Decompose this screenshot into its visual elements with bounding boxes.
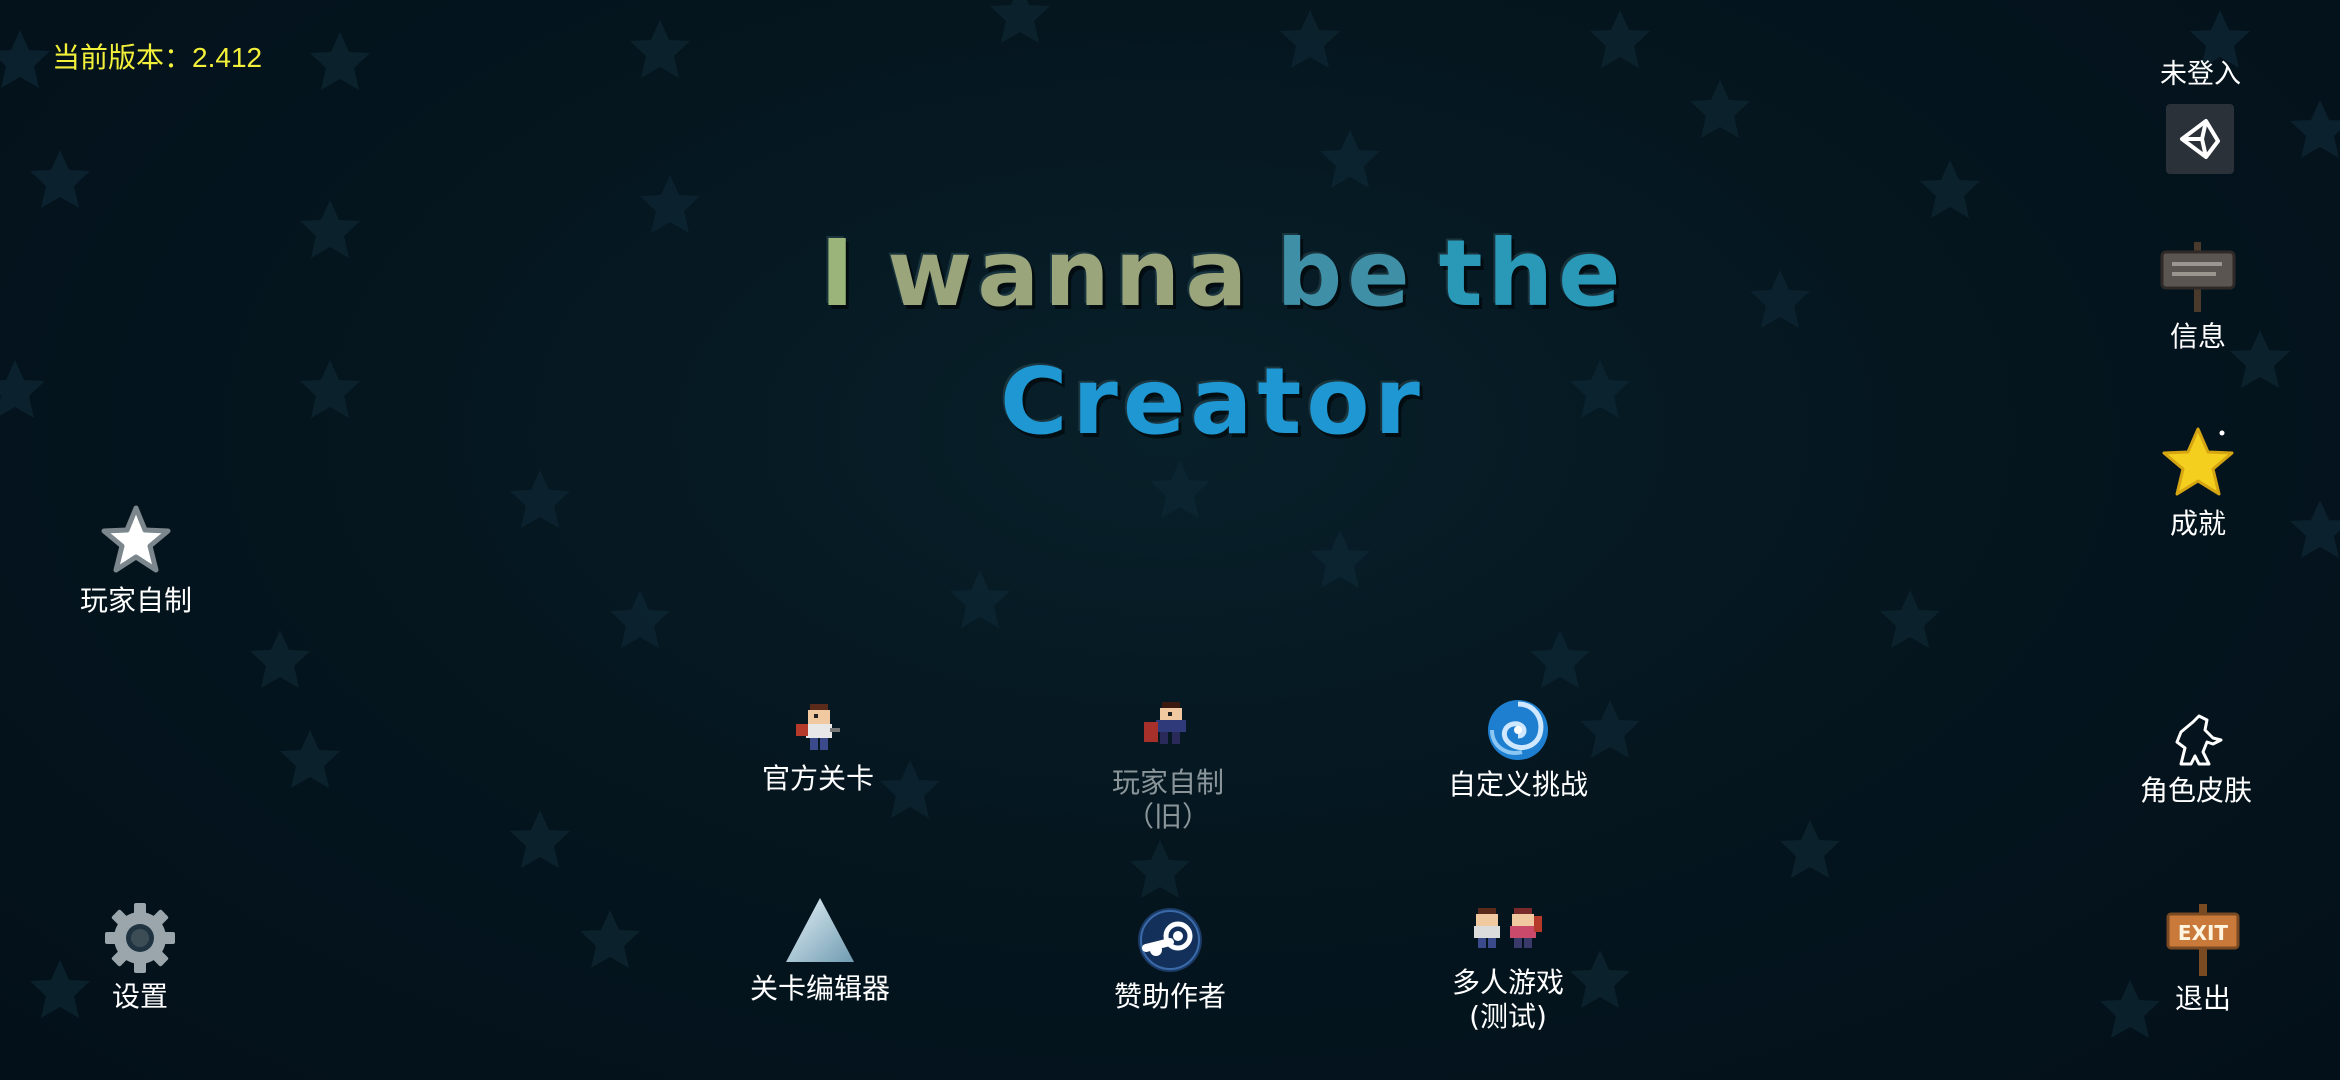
official-levels-label: 官方关卡 xyxy=(762,762,875,795)
info-label: 信息 xyxy=(2169,320,2226,353)
caped-kid-icon xyxy=(1144,702,1186,744)
swirl-vortex-icon xyxy=(1488,700,1548,760)
multiplayer-button[interactable]: 多人游戏 (测试) xyxy=(1452,906,1564,1034)
white-star-icon xyxy=(101,505,171,573)
version-label: 当前版本： xyxy=(52,42,193,73)
multiplayer-label: 多人游戏 (测试) xyxy=(1452,966,1564,1034)
info-button[interactable]: 信息 xyxy=(2160,242,2236,354)
exit-sign-icon: EXIT xyxy=(2166,904,2240,976)
sponsor-author-button[interactable]: 赞助作者 xyxy=(1114,906,1226,1014)
achievements-button[interactable]: 成就 xyxy=(2160,425,2236,541)
version-display: 当前版本：2.412 xyxy=(52,36,262,76)
achievements-label: 成就 xyxy=(2169,507,2226,540)
multiplayer-label-line1: 多人游戏 xyxy=(1452,966,1565,999)
settings-button[interactable]: 设置 xyxy=(104,902,176,1014)
sponsor-author-label: 赞助作者 xyxy=(1114,980,1227,1013)
player-made-old-label: 玩家自制 （旧） xyxy=(1112,766,1224,834)
level-editor-label: 关卡编辑器 xyxy=(750,972,891,1005)
settings-label: 设置 xyxy=(111,980,168,1013)
character-skins-button[interactable]: 角色皮肤 xyxy=(2140,712,2252,808)
login-status: 未登入 xyxy=(2160,59,2241,90)
unity-login-button[interactable] xyxy=(2166,104,2234,174)
exit-label: 退出 xyxy=(2174,982,2231,1015)
kid-character-icon xyxy=(796,704,840,750)
exit-sign-text: EXIT xyxy=(2178,921,2229,945)
player-made-old-label-line2: （旧） xyxy=(1126,800,1211,833)
level-editor-button[interactable]: 关卡编辑器 xyxy=(750,894,890,1006)
player-made-old-button[interactable]: 玩家自制 （旧） xyxy=(1112,700,1224,834)
official-levels-button[interactable]: 官方关卡 xyxy=(762,700,874,796)
exit-button[interactable]: EXIT 退出 xyxy=(2166,904,2240,1016)
player-made-old-label-line1: 玩家自制 xyxy=(1112,766,1225,799)
gold-star-icon xyxy=(2162,427,2234,496)
player-made-label: 玩家自制 xyxy=(80,584,193,617)
multiplayer-label-line2: (测试) xyxy=(1469,1000,1547,1033)
triangle-icon xyxy=(786,898,854,962)
steam-icon xyxy=(1138,908,1202,972)
two-kids-icon xyxy=(1474,908,1542,948)
custom-challenge-button[interactable]: 自定义挑战 xyxy=(1448,698,1588,802)
signboard-icon xyxy=(2160,242,2236,312)
player-made-button[interactable]: 玩家自制 xyxy=(80,502,192,618)
gear-icon xyxy=(105,903,175,973)
custom-challenge-label: 自定义挑战 xyxy=(1448,768,1589,801)
version-number: 2.412 xyxy=(192,42,263,73)
character-skin-icon xyxy=(2175,714,2223,766)
unity-icon xyxy=(2180,119,2220,159)
character-skins-label: 角色皮肤 xyxy=(2140,774,2253,807)
